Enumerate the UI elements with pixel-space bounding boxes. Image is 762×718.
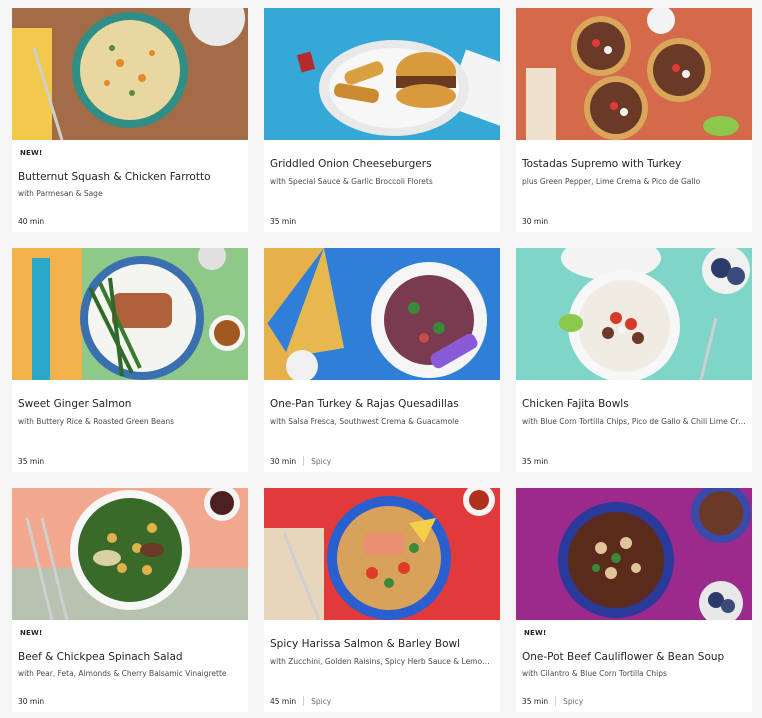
recipe-image	[516, 488, 752, 620]
spicy-tag: Spicy	[311, 456, 332, 466]
recipe-image	[12, 488, 248, 620]
cook-time: 40 min	[18, 217, 45, 226]
cook-time: 35 min	[270, 217, 297, 226]
cook-time: 30 min	[270, 456, 297, 466]
recipe-image	[516, 8, 752, 140]
recipe-meta: 30 min	[522, 217, 548, 226]
recipe-grid: NEW! Butternut Squash & Chicken Farrotto…	[12, 8, 752, 712]
cook-time: 30 min	[522, 217, 549, 226]
recipe-image	[264, 248, 500, 380]
recipe-subtitle: with Cilantro & Blue Corn Tortilla Chips	[522, 669, 667, 678]
recipe-subtitle: with Blue Corn Tortilla Chips, Pico de G…	[522, 417, 746, 426]
spicy-tag: Spicy	[563, 696, 584, 706]
recipe-meta: 30 min Spicy	[270, 456, 331, 466]
recipe-card[interactable]: NEW! Beef & Chickpea Spinach Salad with …	[12, 488, 248, 712]
recipe-image	[516, 248, 752, 380]
recipe-title[interactable]: One-Pan Turkey & Rajas Quesadillas	[270, 398, 494, 410]
recipe-title[interactable]: Butternut Squash & Chicken Farrotto	[18, 171, 242, 183]
recipe-subtitle: with Parmesan & Sage	[18, 189, 103, 198]
recipe-card[interactable]: NEW! Butternut Squash & Chicken Farrotto…	[12, 8, 248, 232]
recipe-subtitle: with Zucchini, Golden Raisins, Spicy Her…	[270, 657, 494, 666]
recipe-image	[264, 488, 500, 620]
recipe-title[interactable]: One-Pot Beef Cauliflower & Bean Soup	[522, 651, 746, 663]
recipe-subtitle: with Buttery Rice & Roasted Green Beans	[18, 417, 175, 426]
recipe-card[interactable]: One-Pan Turkey & Rajas Quesadillas with …	[264, 248, 500, 472]
cook-time: 45 min	[270, 696, 297, 706]
recipe-image	[12, 248, 248, 380]
spicy-tag: Spicy	[311, 696, 332, 706]
recipe-title[interactable]: Sweet Ginger Salmon	[18, 398, 242, 410]
cook-time: 35 min	[522, 457, 549, 466]
recipe-meta: 40 min	[18, 217, 44, 226]
recipe-title[interactable]: Beef & Chickpea Spinach Salad	[18, 651, 242, 663]
recipe-meta: 35 min	[522, 457, 548, 466]
recipe-meta: 45 min Spicy	[270, 696, 331, 706]
cook-time: 35 min	[522, 696, 549, 706]
recipe-card[interactable]: Chicken Fajita Bowls with Blue Corn Tort…	[516, 248, 752, 472]
new-badge: NEW!	[524, 629, 547, 637]
recipe-title[interactable]: Tostadas Supremo with Turkey	[522, 158, 746, 170]
new-badge: NEW!	[20, 149, 43, 157]
meta-divider	[303, 696, 305, 706]
cook-time: 35 min	[18, 457, 45, 466]
recipe-subtitle: with Special Sauce & Garlic Broccoli Flo…	[270, 177, 433, 186]
recipe-meta: 35 min Spicy	[522, 696, 583, 706]
recipe-meta: 30 min	[18, 697, 44, 706]
new-badge: NEW!	[20, 629, 43, 637]
recipe-card[interactable]: Sweet Ginger Salmon with Buttery Rice & …	[12, 248, 248, 472]
recipe-meta: 35 min	[18, 457, 44, 466]
cook-time: 30 min	[18, 697, 45, 706]
meta-divider	[555, 696, 557, 706]
recipe-card[interactable]: Spicy Harissa Salmon & Barley Bowl with …	[264, 488, 500, 712]
recipe-subtitle: with Salsa Fresca, Southwest Crema & Gua…	[270, 417, 459, 426]
recipe-card[interactable]: Tostadas Supremo with Turkey plus Green …	[516, 8, 752, 232]
recipe-subtitle: plus Green Pepper, Lime Crema & Pico de …	[522, 177, 701, 186]
recipe-meta: 35 min	[270, 217, 296, 226]
recipe-image	[12, 8, 248, 140]
recipe-title[interactable]: Chicken Fajita Bowls	[522, 398, 746, 410]
recipe-card[interactable]: Griddled Onion Cheeseburgers with Specia…	[264, 8, 500, 232]
recipe-title[interactable]: Spicy Harissa Salmon & Barley Bowl	[270, 638, 494, 650]
meta-divider	[303, 456, 305, 466]
recipe-title[interactable]: Griddled Onion Cheeseburgers	[270, 158, 494, 170]
recipe-card[interactable]: NEW! One-Pot Beef Cauliflower & Bean Sou…	[516, 488, 752, 712]
recipe-subtitle: with Pear, Feta, Almonds & Cherry Balsam…	[18, 669, 227, 678]
recipe-image	[264, 8, 500, 140]
